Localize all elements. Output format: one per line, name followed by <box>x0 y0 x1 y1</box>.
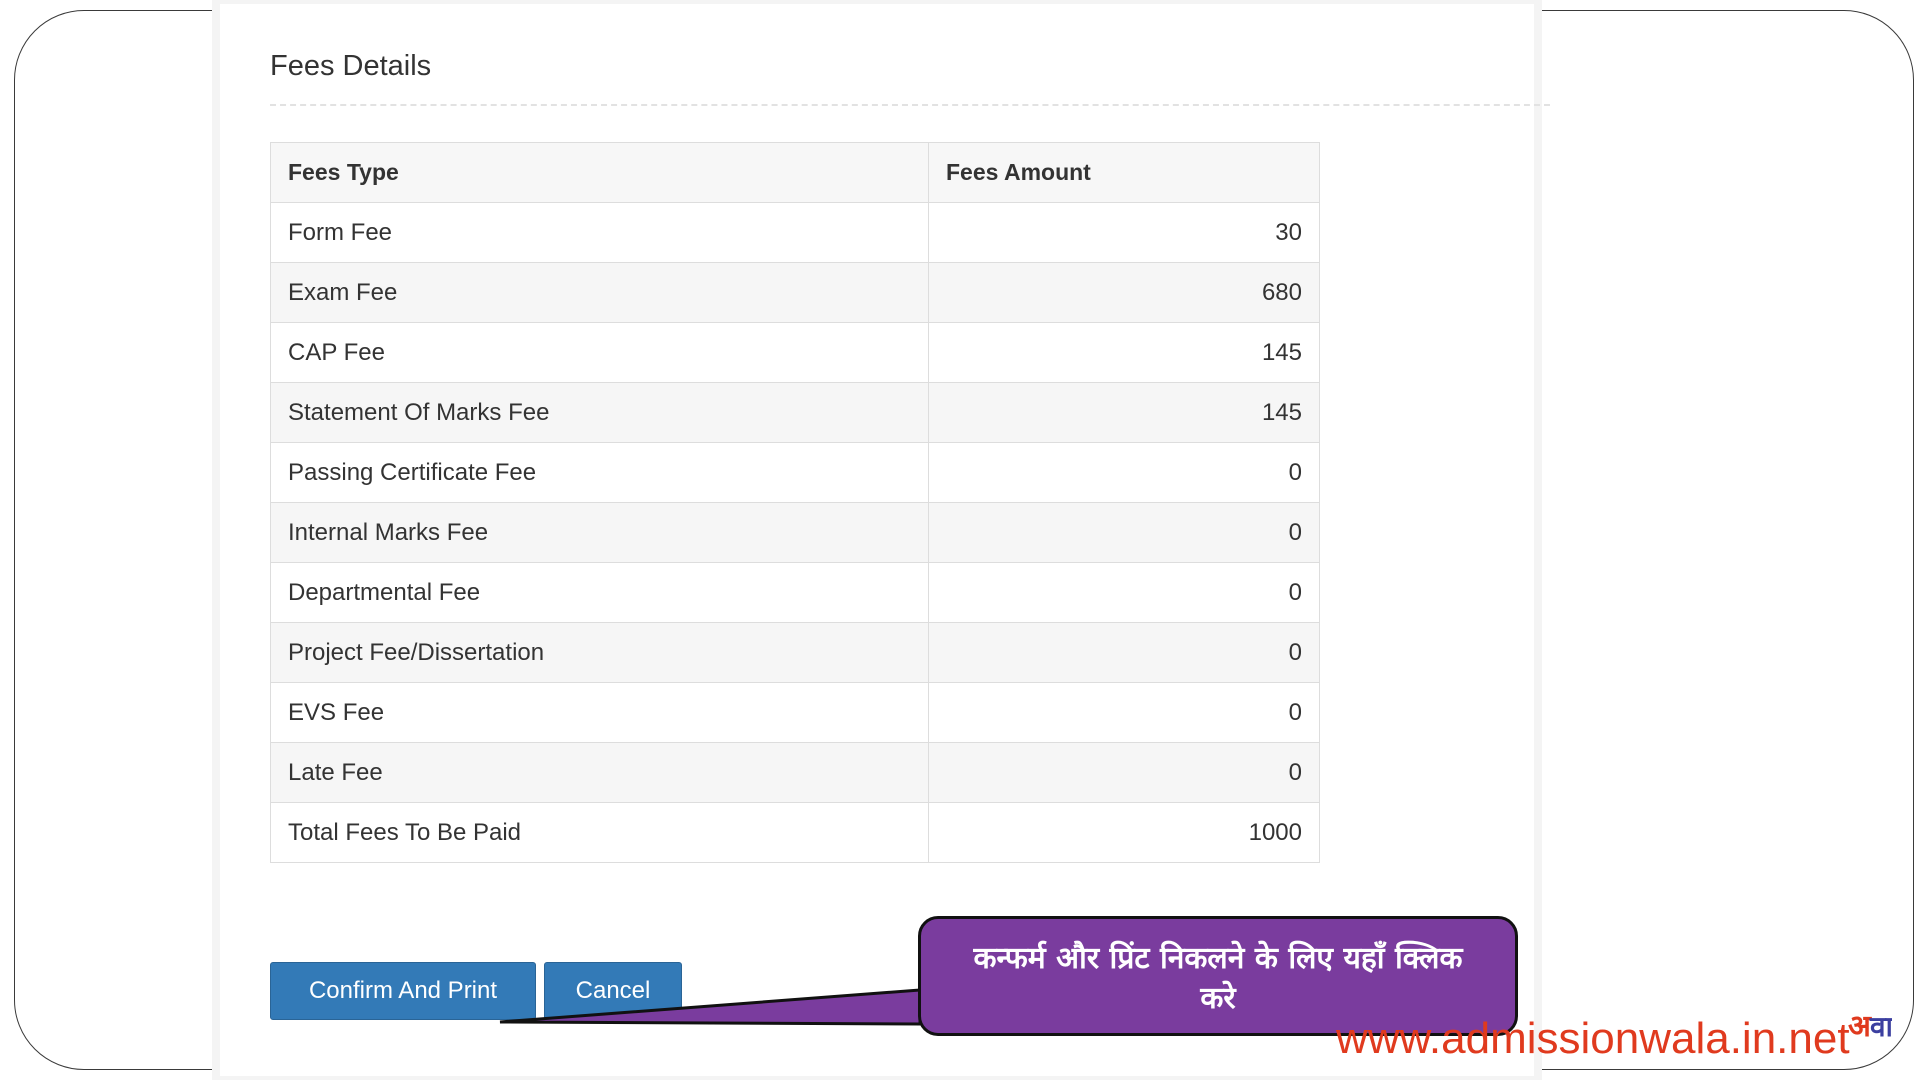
admissionwala-logo-icon: अ वा <box>1848 1009 1892 1044</box>
watermark-url: www.admissionwala.in.net <box>1336 1014 1850 1063</box>
callout-tail <box>499 988 922 1026</box>
svg-text:अ: अ <box>1848 1009 1872 1044</box>
callout-text: कन्फर्म और प्रिंट निकलने के लिए यहाँ क्ल… <box>973 941 1463 1016</box>
svg-text:वा: वा <box>1869 1010 1892 1043</box>
